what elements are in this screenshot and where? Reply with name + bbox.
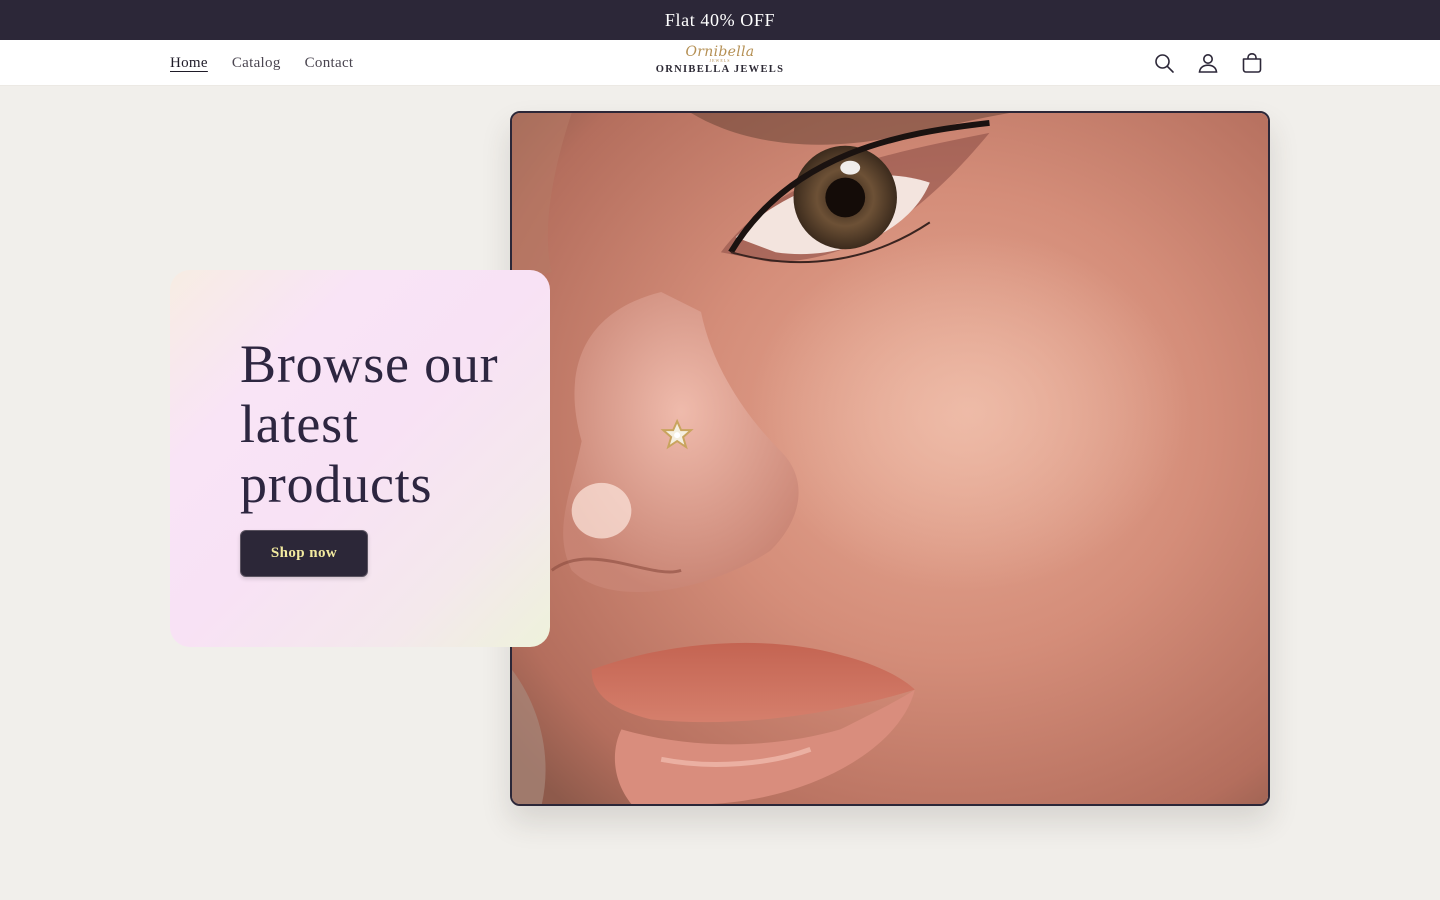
site-logo[interactable]: Ornibella JEWELS ORNIBELLA JEWELS	[620, 45, 820, 77]
header-icons	[1150, 49, 1266, 77]
portrait-image	[512, 113, 1268, 804]
logo-wordmark: ORNIBELLA JEWELS	[655, 64, 785, 75]
hero-heading: Browse our latest products	[240, 334, 499, 514]
nav-link-catalog[interactable]: Catalog	[232, 55, 281, 72]
account-icon[interactable]	[1194, 49, 1222, 77]
hero-card: Browse our latest products Shop now	[170, 270, 550, 647]
site-header: Home Catalog Contact Ornibella JEWELS OR…	[0, 40, 1440, 86]
shop-now-button[interactable]: Shop now	[240, 530, 368, 577]
search-icon[interactable]	[1150, 49, 1178, 77]
main-nav: Home Catalog Contact	[170, 40, 353, 86]
nav-link-contact[interactable]: Contact	[305, 55, 354, 72]
cart-icon[interactable]	[1238, 49, 1266, 77]
announcement-bar: Flat 40% OFF	[0, 0, 1440, 40]
logo-script-text: Ornibella	[685, 44, 755, 60]
announcement-text: Flat 40% OFF	[664, 9, 776, 30]
hero-image	[510, 111, 1270, 806]
nav-link-home[interactable]: Home	[170, 55, 208, 72]
